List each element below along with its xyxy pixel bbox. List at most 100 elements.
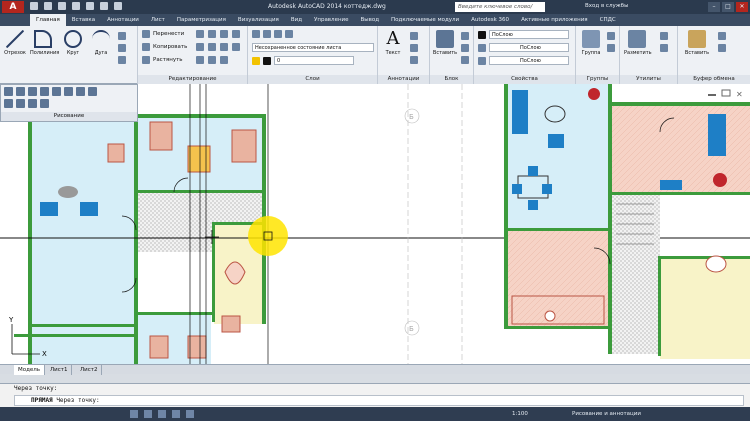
- annotation-panel-title[interactable]: Аннотации: [378, 75, 429, 84]
- tab-annotate[interactable]: Аннотации: [101, 14, 145, 26]
- block-panel-title[interactable]: Блок: [430, 75, 473, 84]
- revcloud-icon[interactable]: [52, 87, 61, 96]
- insert-block-button[interactable]: Вставить: [432, 30, 458, 56]
- undo-icon[interactable]: [100, 2, 108, 10]
- layer-off-icon[interactable]: [274, 30, 282, 38]
- layer-properties-icon[interactable]: [252, 30, 260, 38]
- measure-button[interactable]: Разметить: [624, 30, 652, 56]
- array-rect-icon[interactable]: [208, 56, 216, 64]
- new-file-icon[interactable]: [30, 2, 38, 10]
- tab-layout[interactable]: Лист: [145, 14, 171, 26]
- linetype-combo[interactable]: ПоСлою: [489, 56, 569, 65]
- ray-icon[interactable]: [28, 87, 37, 96]
- tab-autodesk360[interactable]: Autodesk 360: [465, 14, 515, 26]
- group-edit-icon[interactable]: [607, 44, 615, 52]
- copy-button[interactable]: Копировать: [142, 43, 187, 51]
- xline-icon[interactable]: [16, 87, 25, 96]
- region-icon[interactable]: [76, 87, 85, 96]
- cut-icon[interactable]: [718, 32, 726, 40]
- spline-icon[interactable]: [4, 87, 13, 96]
- open-file-icon[interactable]: [44, 2, 52, 10]
- block-attr-icon[interactable]: [461, 56, 469, 64]
- groups-panel-title[interactable]: Группы: [576, 75, 619, 84]
- gradient-icon[interactable]: [28, 99, 37, 108]
- paste-button[interactable]: Вставить: [684, 30, 710, 56]
- array-icon[interactable]: [232, 43, 240, 51]
- layer-state-icon[interactable]: [263, 30, 271, 38]
- utilities-panel-title[interactable]: Утилиты: [620, 75, 677, 84]
- hatch-icon[interactable]: [118, 44, 126, 52]
- ortho-icon[interactable]: [158, 410, 166, 418]
- viewport-maximize-icon[interactable]: [721, 89, 731, 97]
- trim-icon[interactable]: [208, 30, 216, 38]
- draw-palette-title[interactable]: Рисование: [1, 112, 137, 121]
- tab-view[interactable]: Вид: [285, 14, 308, 26]
- search-input[interactable]: Введите ключевое слово/фразу: [455, 2, 545, 20]
- save-icon[interactable]: [58, 2, 66, 10]
- text-button[interactable]: A Текст: [380, 30, 406, 57]
- color-combo[interactable]: ПоСлою: [489, 30, 569, 39]
- tab-model[interactable]: Модель: [14, 365, 46, 375]
- tab-plugins[interactable]: Подключаемые модули: [385, 14, 465, 26]
- move-button[interactable]: Перенести: [142, 30, 184, 38]
- create-block-icon[interactable]: [461, 32, 469, 40]
- stretch-button[interactable]: Растянуть: [142, 56, 183, 64]
- close-icon[interactable]: ✕: [736, 2, 748, 12]
- rotate-icon[interactable]: [196, 30, 204, 38]
- print-icon[interactable]: [86, 2, 94, 10]
- point-icon[interactable]: [64, 87, 73, 96]
- redo-icon[interactable]: [114, 2, 122, 10]
- scale-icon[interactable]: [196, 56, 204, 64]
- tab-apps[interactable]: Активные приложения: [515, 14, 594, 26]
- viewport-close-icon[interactable]: ✕: [736, 90, 743, 99]
- mirror-icon[interactable]: [196, 43, 204, 51]
- tab-spds[interactable]: СПДС: [594, 14, 622, 26]
- edit-block-icon[interactable]: [461, 44, 469, 52]
- tab-render[interactable]: Визуализация: [232, 14, 285, 26]
- tab-output[interactable]: Вывод: [355, 14, 386, 26]
- wipeout-icon[interactable]: [16, 99, 25, 108]
- tab-insert[interactable]: Вставка: [66, 14, 101, 26]
- circle-button[interactable]: Круг: [60, 30, 86, 56]
- layer-combo[interactable]: 0: [274, 56, 354, 65]
- leader-icon[interactable]: [410, 44, 418, 52]
- join-icon[interactable]: [220, 56, 228, 64]
- layer-freeze-icon[interactable]: [285, 30, 293, 38]
- polygon-icon[interactable]: [40, 87, 49, 96]
- explode-icon[interactable]: [232, 30, 240, 38]
- arc-button[interactable]: Дуга: [88, 30, 114, 56]
- modify-panel-title[interactable]: Редактирование: [138, 75, 247, 84]
- clipboard-panel-title[interactable]: Буфер обмена: [678, 75, 750, 84]
- polar-icon[interactable]: [172, 410, 180, 418]
- rectangle-icon[interactable]: [118, 32, 126, 40]
- tab-home[interactable]: Главная: [30, 14, 66, 26]
- group-button[interactable]: Группа: [578, 30, 604, 56]
- drawing-area[interactable]: Б Б Y X ✕: [0, 84, 750, 364]
- grid-icon[interactable]: [144, 410, 152, 418]
- boundary-icon[interactable]: [88, 87, 97, 96]
- donut-icon[interactable]: [4, 99, 13, 108]
- ellipse-icon[interactable]: [118, 56, 126, 64]
- layer-state-combo[interactable]: Несохраненное состояние листа: [252, 43, 374, 52]
- copy-clip-icon[interactable]: [718, 44, 726, 52]
- offset-icon[interactable]: [220, 43, 228, 51]
- id-point-icon[interactable]: [660, 44, 668, 52]
- viewport-minimize-icon[interactable]: [708, 94, 716, 96]
- minimize-icon[interactable]: –: [708, 2, 720, 12]
- command-input[interactable]: ПРЯМАЯ Через точку:: [14, 395, 744, 406]
- app-logo[interactable]: A: [2, 1, 24, 13]
- snap-icon[interactable]: [130, 410, 138, 418]
- fillet-icon[interactable]: [208, 43, 216, 51]
- calculator-icon[interactable]: [660, 32, 668, 40]
- maximize-icon[interactable]: □: [722, 2, 734, 12]
- lightbulb-icon[interactable]: [252, 56, 260, 65]
- tab-parametric[interactable]: Параметризация: [171, 14, 232, 26]
- save-as-icon[interactable]: [72, 2, 80, 10]
- sign-in-link[interactable]: Вход в службы: [585, 3, 628, 9]
- helix-icon[interactable]: [40, 99, 49, 108]
- properties-panel-title[interactable]: Свойства: [474, 75, 575, 84]
- line-button[interactable]: Отрезок: [2, 30, 28, 56]
- osnap-icon[interactable]: [186, 410, 194, 418]
- tab-sheet2[interactable]: Лист2: [76, 365, 103, 375]
- layers-panel-title[interactable]: Слои: [248, 75, 377, 84]
